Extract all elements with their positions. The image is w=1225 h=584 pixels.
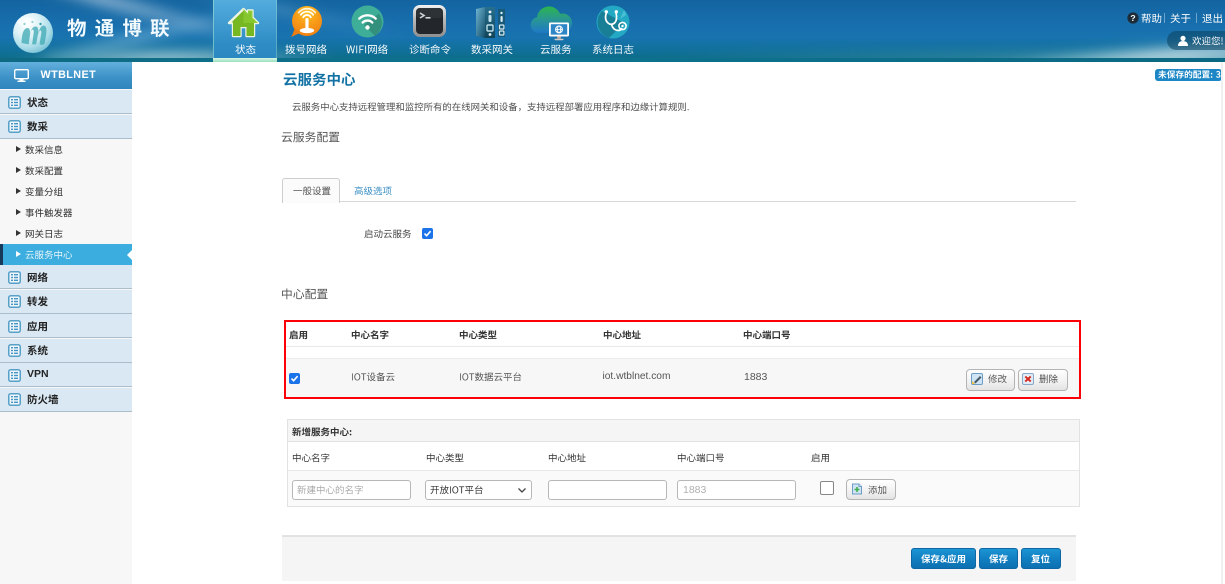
svg-text:?: ? xyxy=(1130,13,1135,23)
